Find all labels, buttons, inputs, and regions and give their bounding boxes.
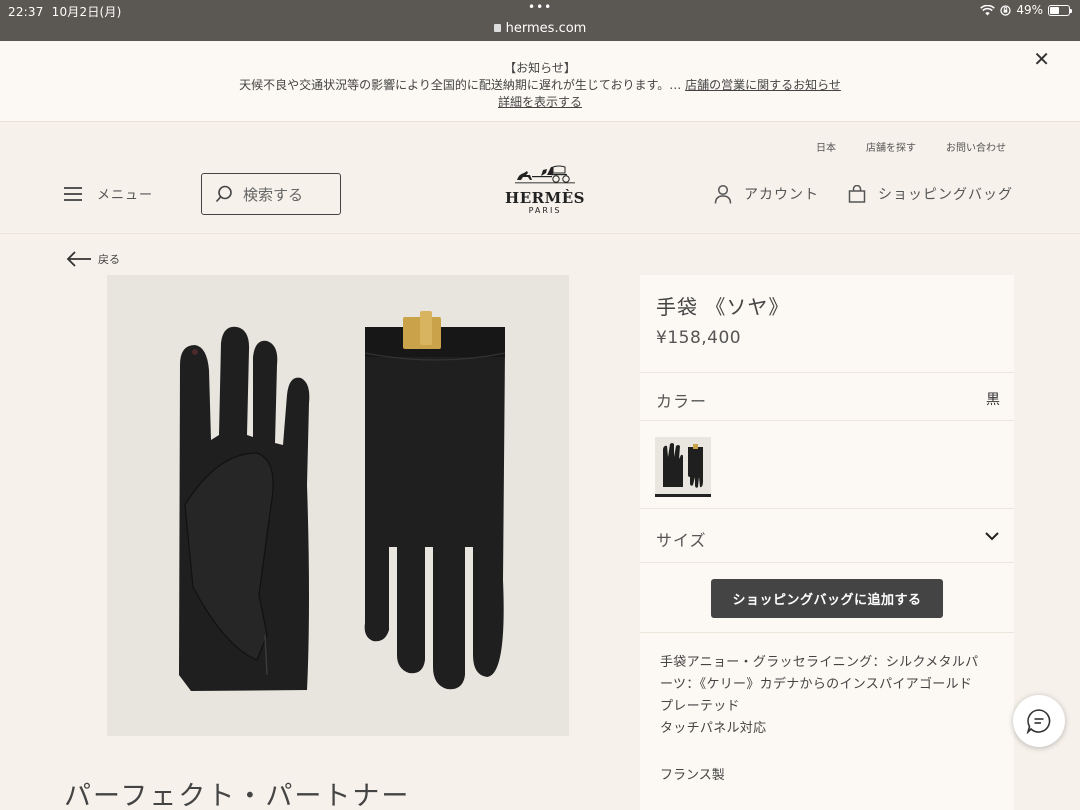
search-icon [215, 185, 232, 203]
add-to-bag-button[interactable]: ショッピングバッグに追加する [711, 579, 943, 618]
right-glove [364, 327, 505, 690]
page-heading: パーフェクト・パートナー [64, 781, 411, 810]
search-input[interactable]: 検索する [201, 173, 341, 215]
battery-percent: 49% [1016, 3, 1043, 17]
product-image[interactable] [107, 275, 569, 736]
account-button[interactable]: アカウント [714, 184, 819, 204]
gloves-illustration [179, 311, 506, 691]
logo-wordmark: HERMÈS [505, 189, 585, 207]
site-header: 日本 店舗を探す お問い合わせ メニュー 検索する HERMÈS PARIS ア… [0, 122, 1080, 234]
ios-status-bar: 22:37 10月2日(月) ••• hermes.com 49% [0, 0, 1080, 41]
product-info-panel: 手袋 《ソヤ》 ¥158,400 カラー 黒 サイズ ショッピングバッグに追加す… [640, 275, 1014, 810]
bag-icon [848, 185, 866, 203]
color-value: 黒 [986, 392, 1000, 408]
chevron-down-icon[interactable] [984, 531, 1000, 541]
color-label: カラー [656, 392, 708, 411]
swatch-thumbnail [663, 443, 703, 488]
date: 10月2日(月) [51, 5, 122, 19]
chat-button[interactable] [1013, 695, 1065, 747]
product-title: 手袋 《ソヤ》 [656, 295, 790, 319]
arrow-left-icon [66, 251, 91, 267]
contact-link[interactable]: お問い合わせ [946, 139, 1006, 154]
description-line: ーツ：《ケリー》カデナからのインスパイアゴールド [660, 677, 973, 692]
notice-banner: 【お知らせ】 天候不良や交通状況等の影響により全国的に配送納期に遅れが生じており… [0, 41, 1080, 122]
notice-line: 天候不良や交通状況等の影響により全国的に配送納期に遅れが生じております。… 店舗… [0, 77, 1080, 94]
more-dots-icon[interactable]: ••• [528, 0, 552, 14]
shopping-bag-button[interactable]: ショッピングバッグ [848, 184, 1013, 204]
store-locator-link[interactable]: 店舗を探す [866, 139, 916, 154]
hermes-logo[interactable]: HERMÈS PARIS [500, 164, 590, 215]
status-right: 49% [980, 3, 1072, 17]
notice-body: 天候不良や交通状況等の影響により全国的に配送納期に遅れが生じております。… [239, 78, 686, 92]
carriage-logo-icon [515, 165, 575, 184]
made-in: フランス製 [660, 768, 725, 783]
notice-details-line: 詳細を表示する [0, 94, 1080, 111]
store-notice-link[interactable]: 店舗の営業に関するお知らせ [685, 78, 841, 92]
back-link[interactable]: 戻る [66, 251, 120, 267]
back-label: 戻る [98, 253, 120, 266]
notice-heading: 【お知らせ】 [504, 61, 576, 75]
bag-label: ショッピングバッグ [878, 187, 1013, 203]
close-icon[interactable]: ✕ [1033, 49, 1050, 69]
battery-fill [1050, 6, 1059, 14]
orientation-lock-icon [1000, 4, 1011, 16]
size-label: サイズ [656, 531, 707, 550]
description-line: プレーテッド [660, 699, 740, 714]
wifi-icon [980, 4, 996, 15]
clock: 22:37 [8, 5, 44, 19]
battery-icon [1048, 4, 1072, 16]
top-links: 日本 店舗を探す お問い合わせ [816, 139, 1006, 154]
account-label: アカウント [744, 187, 819, 203]
title-section [640, 275, 1014, 373]
address-bar[interactable]: hermes.com [0, 21, 1080, 36]
menu-button[interactable]: メニュー [64, 184, 153, 203]
url-text: hermes.com [505, 21, 587, 36]
color-swatch-black[interactable] [655, 437, 711, 497]
status-time: 22:37 10月2日(月) [8, 3, 122, 20]
product-price: ¥158,400 [656, 328, 742, 348]
lock-icon [493, 24, 501, 32]
chat-bubble-icon [1026, 709, 1051, 734]
hamburger-icon [64, 186, 82, 201]
logo-paris: PARIS [528, 206, 562, 215]
country-link[interactable]: 日本 [816, 139, 836, 154]
description-line: 手袋アニョー・グラッセライニング：シルクメタルパ [660, 655, 979, 670]
description-line: タッチパネル対応 [660, 721, 767, 736]
menu-label: メニュー [97, 188, 154, 203]
person-icon [714, 184, 732, 204]
show-details-link[interactable]: 詳細を表示する [498, 95, 582, 109]
product-description: 手袋アニョー・グラッセライニング：シルクメタルパ ーツ：《ケリー》カデナからのイ… [660, 652, 1000, 740]
search-placeholder: 検索する [243, 185, 304, 204]
